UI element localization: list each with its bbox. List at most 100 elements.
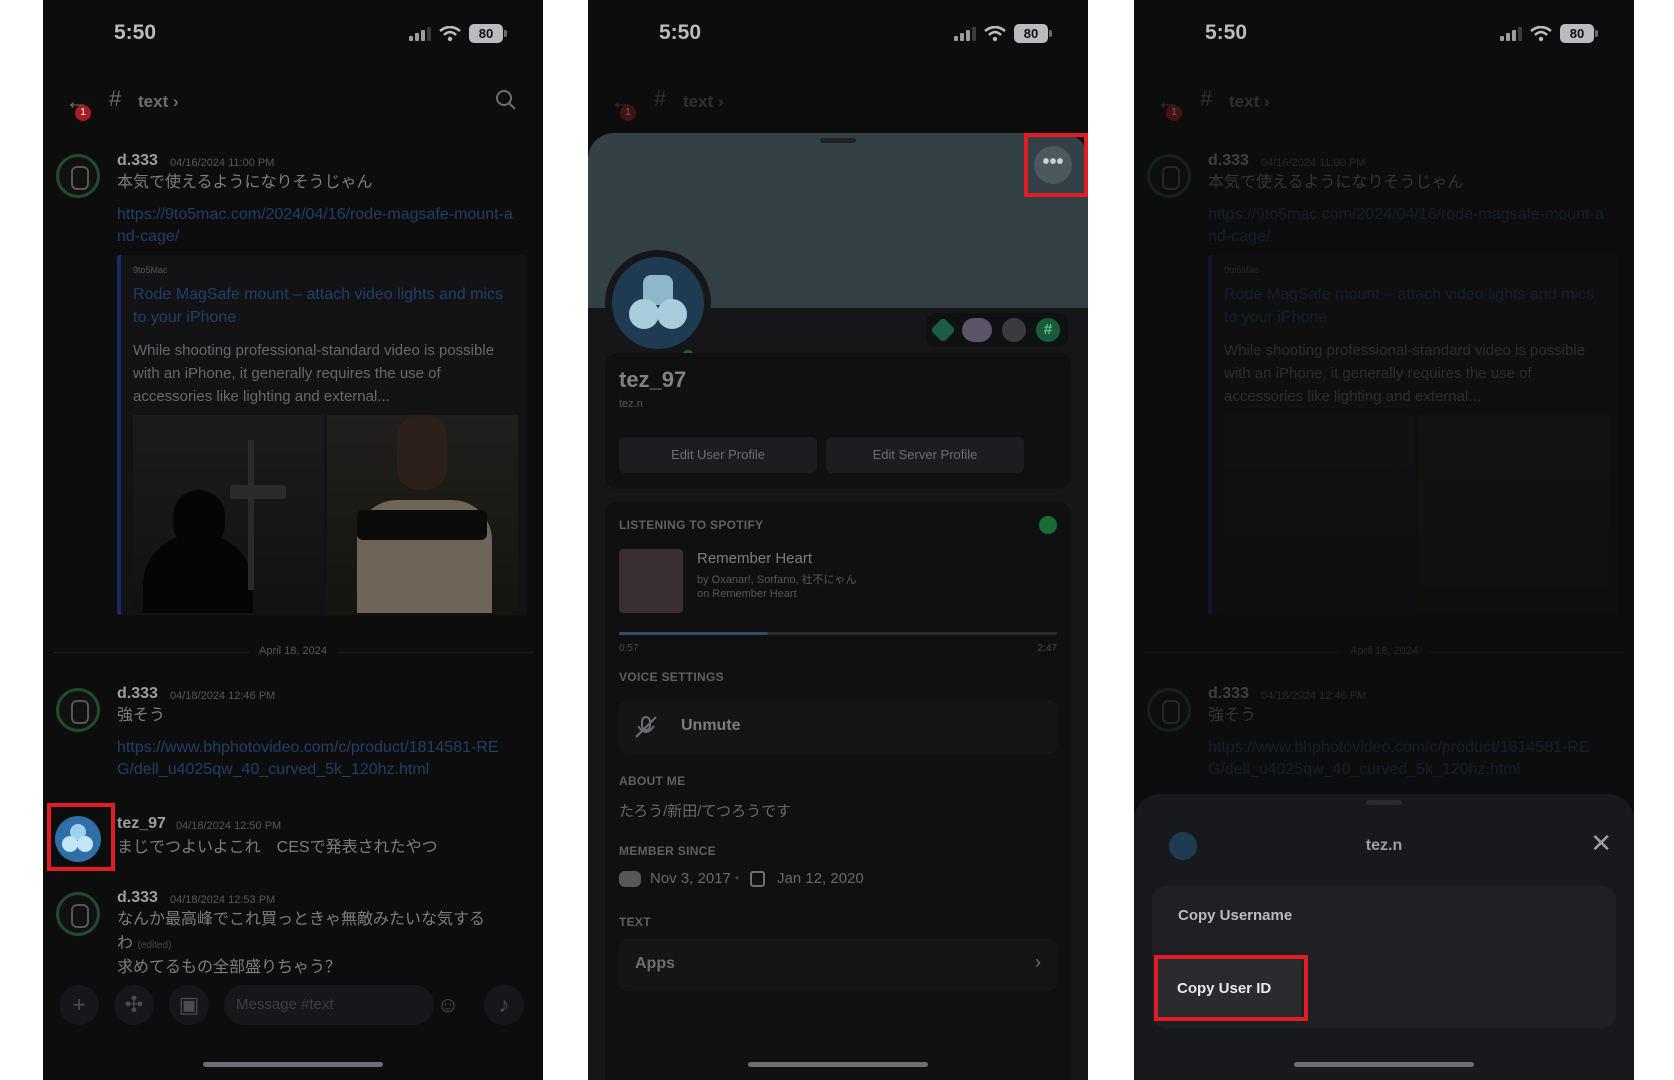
unread-badge: 1 — [620, 105, 636, 121]
message-author[interactable]: d.333 — [117, 152, 158, 170]
status-bar: 5:50 80 — [1134, 0, 1634, 70]
voice-settings-header: VOICE SETTINGS — [619, 670, 724, 684]
link-embed[interactable]: 9to5Mac Rode MagSafe mount – attach vide… — [117, 255, 527, 615]
message-link: https://9to5mac.com/2024/04/16/rode-mags… — [1208, 206, 1604, 245]
avatar[interactable] — [56, 154, 100, 198]
phone-profile-screen: 5:50 80 ← 1 # text › ••• # tez_97 tez.n … — [588, 0, 1088, 1080]
link-embed: 9to5Mac Rode MagSafe mount – attach vide… — [1208, 255, 1618, 615]
unread-badge: 1 — [75, 105, 91, 121]
wifi-icon — [984, 25, 1006, 41]
spotify-progress-bar — [619, 632, 1057, 635]
edit-server-profile-button[interactable]: Edit Server Profile — [826, 437, 1024, 473]
message-link[interactable]: https://9to5mac.com/2024/04/16/rode-mags… — [117, 204, 513, 248]
edit-user-profile-button[interactable]: Edit User Profile — [619, 437, 817, 473]
spotify-song[interactable]: Remember Heart — [697, 550, 812, 567]
date-divider: April 18, 2024 — [53, 645, 533, 657]
discord-member-since: Nov 3, 2017 — [650, 870, 731, 887]
sheet-grabber[interactable] — [1366, 800, 1402, 805]
highlight-box-copy-user-id — [1154, 955, 1308, 1021]
album-art[interactable] — [619, 549, 683, 613]
embed-provider: 9to5Mac — [1224, 265, 1259, 275]
avatar[interactable] — [56, 688, 100, 732]
spotify-duration: 2:47 — [1037, 643, 1057, 654]
message-text: 本気で使えるようになりそうじゃん — [1208, 174, 1464, 191]
status-time: 5:50 — [659, 21, 702, 44]
gift-icon[interactable]: ▣ — [169, 985, 209, 1025]
embed-image-1 — [1224, 415, 1415, 613]
profile-display-name: tez_97 — [619, 367, 687, 392]
microphone-icon[interactable]: ♪ — [484, 985, 524, 1025]
highlight-box-more-options — [1024, 133, 1088, 197]
search-icon[interactable] — [495, 89, 517, 111]
spotify-progress-fill — [619, 632, 768, 635]
message-author: d.333 — [1208, 152, 1249, 169]
embed-image-1[interactable] — [133, 415, 324, 613]
discord-logo-icon — [619, 871, 641, 887]
chevron-right-icon: › — [1035, 952, 1041, 972]
server-icon — [750, 871, 765, 887]
channel-title[interactable]: text › — [683, 92, 724, 112]
channel-title[interactable]: text › — [1229, 92, 1270, 112]
home-indicator — [203, 1062, 383, 1067]
sheet-grabber[interactable] — [820, 138, 856, 143]
unmute-button[interactable]: Unmute — [619, 700, 1057, 754]
avatar — [1147, 154, 1191, 198]
embed-description: While shooting professional-standard vid… — [133, 342, 495, 405]
active-developer-badge-icon[interactable]: # — [1036, 318, 1060, 342]
message-text: 強そう — [117, 707, 166, 724]
nitro-badge-icon[interactable] — [962, 318, 992, 342]
status-time: 5:50 — [1205, 21, 1248, 44]
plus-icon[interactable]: + — [59, 985, 99, 1025]
message-text: 強そう — [1208, 707, 1257, 724]
message-input[interactable]: Message #text — [224, 985, 434, 1025]
embed-description: While shooting professional-standard vid… — [1224, 342, 1586, 405]
signal-icon — [1500, 26, 1522, 41]
home-indicator — [748, 1062, 928, 1067]
message-link: https://www.bhphotovideo.com/c/product/1… — [1208, 739, 1590, 778]
embed-image-2 — [1418, 415, 1609, 613]
profile-username: tez.n — [619, 398, 643, 410]
profile-sheet: ••• # tez_97 tez.n Edit User Profile Edi… — [588, 133, 1088, 1080]
status-icons: 80 — [954, 24, 1052, 43]
unread-badge: 1 — [1166, 105, 1182, 121]
message-text-line2: わ (edited) — [117, 935, 172, 952]
embed-image-2[interactable] — [327, 415, 518, 613]
about-me-header: ABOUT ME — [619, 774, 686, 788]
hypesquad-badge-icon[interactable] — [930, 317, 956, 343]
channel-header: ← 1 # text › — [1134, 80, 1634, 122]
hash-icon: # — [1200, 86, 1213, 111]
message-author[interactable]: tez_97 — [117, 815, 166, 833]
avatar — [1147, 688, 1191, 732]
copy-username-button[interactable]: Copy Username — [1152, 886, 1616, 950]
message-author: d.333 — [1208, 685, 1249, 702]
wifi-icon — [439, 25, 461, 41]
message-timestamp: 04/18/2024 12:50 PM — [176, 820, 282, 832]
apps-row[interactable]: Apps › — [619, 939, 1057, 991]
wifi-icon — [1530, 25, 1552, 41]
status-bar: 5:50 80 — [43, 0, 543, 70]
microphone-muted-icon — [635, 716, 657, 738]
about-me-text: たろう/新田/てつろうです — [619, 803, 792, 820]
message-author[interactable]: d.333 — [117, 685, 158, 703]
spotify-album: on Remember Heart — [697, 588, 797, 600]
phone-action-sheet-screen: 5:50 80 ← 1 # text › d.333 04/16/2024 11… — [1134, 0, 1634, 1080]
boost-badge-icon[interactable] — [1002, 318, 1026, 342]
phone-chat-screen: 5:50 80 ← 1 # text › d.333 04/16/2024 11… — [43, 0, 543, 1080]
message-text: なんか最高峰でこれ買っときゃ無敵みたいな気する — [117, 911, 486, 928]
spotify-elapsed: 0:57 — [619, 643, 639, 654]
profile-avatar[interactable] — [605, 250, 711, 356]
battery-icon: 80 — [1560, 24, 1598, 43]
message-text: 本気で使えるようになりそうじゃん — [117, 174, 373, 191]
embed-title: Rode MagSafe mount – attach video lights… — [1224, 286, 1594, 326]
home-indicator — [1294, 1062, 1474, 1067]
message-author[interactable]: d.333 — [117, 889, 158, 907]
emoji-icon[interactable]: ☺ — [428, 985, 468, 1025]
embed-title[interactable]: Rode MagSafe mount – attach video lights… — [133, 283, 507, 329]
close-icon[interactable]: ✕ — [1590, 828, 1612, 859]
apps-icon[interactable]: ✣ — [114, 985, 154, 1025]
message-link[interactable]: https://www.bhphotovideo.com/c/product/1… — [117, 737, 513, 781]
status-icons: 80 — [409, 24, 507, 43]
highlight-box-avatar — [47, 803, 115, 871]
channel-title[interactable]: text › — [138, 92, 179, 112]
avatar[interactable] — [56, 892, 100, 936]
